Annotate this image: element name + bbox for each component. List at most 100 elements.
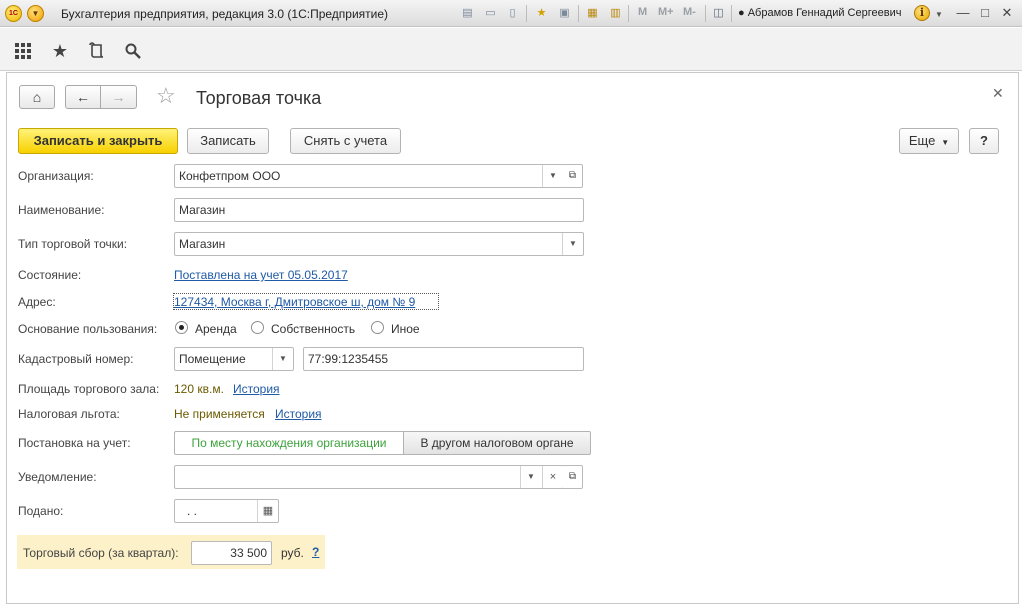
submitted-value: . . — [187, 504, 198, 518]
radio-ownership[interactable] — [251, 321, 264, 334]
home-button[interactable]: ⌂ — [19, 85, 55, 109]
address-label: Адрес: — [18, 295, 56, 309]
chevron-down-icon[interactable]: ▼ — [935, 10, 943, 19]
basis-label: Основание пользования: — [18, 322, 158, 336]
state-label: Состояние: — [18, 268, 82, 282]
trade-fee-input[interactable]: 33 500 — [191, 541, 272, 565]
save-and-close-button[interactable]: Записать и закрыть — [18, 128, 178, 154]
radio-rent[interactable] — [175, 321, 188, 334]
radio-other[interactable] — [371, 321, 384, 334]
history-list-icon[interactable] — [86, 40, 108, 62]
chevron-down-icon[interactable]: ▼ — [562, 233, 583, 255]
separator — [705, 5, 706, 22]
area-history-link[interactable]: История — [233, 382, 280, 396]
clear-icon[interactable]: × — [542, 466, 563, 488]
arrow-right-icon: → — [111, 89, 126, 105]
tax-benefit-history-link[interactable]: История — [275, 407, 322, 421]
save-icon[interactable]: ▤ — [460, 6, 475, 21]
memory-store-button[interactable]: M — [638, 6, 647, 18]
trade-fee-unit: руб. — [281, 546, 304, 560]
registration-option-org-location[interactable]: По месту нахождения организации — [174, 431, 404, 455]
submitted-label: Подано: — [18, 504, 64, 518]
user-icon: ● — [738, 7, 745, 19]
separator — [731, 5, 732, 22]
separator — [628, 5, 629, 22]
tax-benefit-label: Налоговая льгота: — [18, 407, 120, 421]
main-menu-icon[interactable]: ▼ — [27, 5, 44, 22]
save-button[interactable]: Записать — [187, 128, 269, 154]
favorites-icon[interactable]: ★ — [49, 40, 71, 62]
maximize-icon[interactable]: □ — [974, 3, 996, 23]
separator — [526, 5, 527, 22]
separator — [578, 5, 579, 22]
current-user[interactable]: ● Абрамов Геннадий Сергеевич — [738, 7, 901, 19]
help-button[interactable]: ? — [969, 128, 999, 154]
calculator-icon[interactable]: ▦ — [585, 6, 600, 21]
address-link[interactable]: 127434, Москва г, Дмитровское ш, дом № 9 — [174, 295, 415, 309]
chevron-down-icon[interactable]: ▼ — [272, 348, 293, 370]
registration-label: Постановка на учет: — [18, 436, 131, 450]
submitted-date-input[interactable]: . . ▦ — [174, 499, 279, 523]
cadastral-kind-value: Помещение — [179, 352, 246, 366]
notification-label: Уведомление: — [18, 470, 97, 484]
cadastral-number-value: 77:99:1235455 — [308, 352, 389, 366]
trade-fee-label: Торговый сбор (за квартал): — [23, 546, 179, 560]
preview-icon[interactable]: ▯ — [505, 6, 520, 21]
minimize-icon[interactable]: — — [952, 3, 974, 23]
notification-field[interactable]: ▼ × — [174, 465, 564, 489]
chevron-down-icon[interactable]: ▼ — [520, 466, 541, 488]
name-label: Наименование: — [18, 203, 105, 217]
close-window-icon[interactable]: ✕ — [996, 3, 1018, 23]
home-icon: ⌂ — [32, 89, 42, 105]
name-value: Магазин — [179, 203, 226, 217]
type-select[interactable]: Магазин ▼ — [174, 232, 584, 256]
radio-other-label[interactable]: Иное — [391, 322, 420, 336]
user-name: Абрамов Геннадий Сергеевич — [747, 7, 902, 19]
calendar-icon[interactable]: ▥ — [608, 6, 623, 21]
back-button[interactable]: ← — [65, 85, 101, 109]
title-bar: 1С ▼ Бухгалтерия предприятия, редакция 3… — [0, 0, 1022, 27]
arrow-left-icon: ← — [76, 89, 90, 105]
area-value: 120 кв.м. — [174, 382, 224, 396]
cadastral-kind-select[interactable]: Помещение ▼ — [174, 347, 294, 371]
name-input[interactable]: Магазин — [174, 198, 584, 222]
info-icon[interactable]: i — [914, 5, 930, 21]
favorites-add-icon[interactable]: ★ — [534, 6, 549, 21]
area-label: Площадь торгового зала: — [18, 382, 160, 396]
more-label: Еще — [908, 133, 936, 148]
registration-option-other-authority[interactable]: В другом налоговом органе — [403, 431, 591, 455]
print-icon[interactable]: ▭ — [483, 6, 498, 21]
sections-grid-icon[interactable] — [12, 40, 34, 62]
state-link[interactable]: Поставлена на учет 05.05.2017 — [174, 268, 348, 282]
page-title: Торговая точка — [196, 88, 322, 108]
radio-ownership-label[interactable]: Собственность — [271, 322, 355, 336]
chevron-down-icon: ▼ — [938, 138, 950, 147]
form-window: ⌂ ← → ☆ Торговая точка ✕ Записать и закр… — [6, 72, 1019, 604]
sections-toolbar: ★ — [0, 28, 1022, 71]
organization-field[interactable]: Конфетпром ООО ▼ — [174, 164, 564, 188]
memory-add-button[interactable]: M+ — [658, 6, 674, 18]
type-label: Тип торговой точки: — [18, 237, 128, 251]
cadastral-number-input[interactable]: 77:99:1235455 — [303, 347, 584, 371]
type-value: Магазин — [179, 237, 226, 251]
memory-subtract-button[interactable]: M- — [683, 6, 696, 18]
forward-button[interactable]: → — [100, 85, 137, 109]
search-icon[interactable] — [122, 40, 144, 62]
app-logo-icon: 1С — [5, 5, 22, 22]
panel-layout-icon[interactable]: ◫ — [711, 6, 726, 21]
organization-value: Конфетпром ООО — [179, 169, 281, 183]
cadastral-label: Кадастровый номер: — [18, 352, 134, 366]
deregister-button[interactable]: Снять с учета — [290, 128, 401, 154]
chevron-down-icon[interactable]: ▼ — [542, 165, 563, 187]
open-icon[interactable]: ⧉ — [563, 465, 583, 489]
organization-label: Организация: — [18, 169, 94, 183]
more-button[interactable]: Еще ▼ — [899, 128, 959, 154]
trade-fee-help-link[interactable]: ? — [312, 545, 319, 559]
close-icon[interactable]: ✕ — [992, 85, 1004, 102]
history-icon[interactable]: ▣ — [557, 6, 572, 21]
favorite-star-icon[interactable]: ☆ — [156, 84, 176, 108]
open-icon[interactable]: ⧉ — [563, 164, 583, 188]
radio-rent-label[interactable]: Аренда — [195, 322, 237, 336]
tax-benefit-value: Не применяется — [174, 407, 265, 421]
calendar-icon[interactable]: ▦ — [257, 500, 278, 522]
